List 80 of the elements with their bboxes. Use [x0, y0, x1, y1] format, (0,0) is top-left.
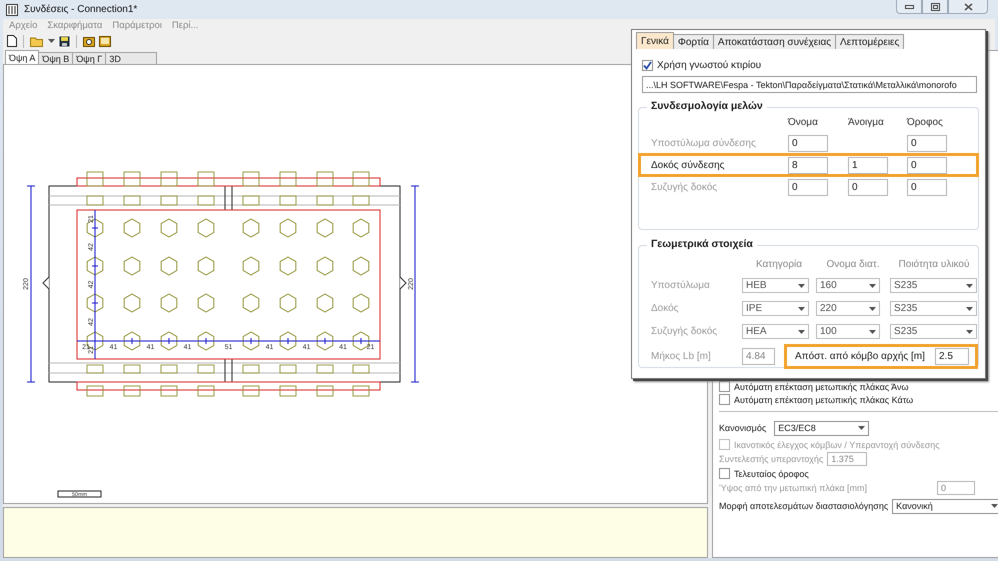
column-header: Άνοιγμα [848, 116, 885, 128]
checkbox[interactable] [719, 381, 730, 392]
close-icon [964, 2, 972, 10]
new-file-icon[interactable] [7, 35, 17, 47]
caret-icon [869, 284, 876, 288]
caret-icon [869, 330, 876, 334]
row-label: Υποστύλωμα σύνδεσης [651, 138, 757, 148]
distance-field[interactable]: 2.5 [935, 348, 969, 364]
dialog-tab[interactable]: Λεπτομέρειες [835, 34, 904, 49]
caret-icon [869, 306, 876, 310]
checkbox-label: Χρήση γνωστού κτιρίου [657, 60, 762, 70]
checkbox-label: Αυτόματη επέκταση μετωπικής πλάκας Κάτω [734, 394, 914, 404]
maximize-button[interactable] [922, 0, 948, 14]
section-select[interactable]: 220 [816, 301, 880, 316]
material-select[interactable]: S235 [890, 324, 977, 339]
category-select[interactable]: HEB [742, 278, 809, 293]
view-tab[interactable]: Όψη Α [5, 50, 40, 64]
caret-icon [991, 504, 998, 508]
checkbox-label: Τελευταίος όροφος [734, 468, 809, 478]
caret-icon [798, 306, 805, 310]
scale-bar [58, 490, 102, 498]
checkbox-label: Αυτόματη επέκταση μετωπικής πλάκας Άνω [734, 382, 909, 392]
dialog-tab[interactable]: Αποκατάσταση συνέχειας [712, 34, 836, 49]
caret-icon [798, 284, 805, 288]
row-label: Δοκός [651, 303, 680, 314]
opening-field[interactable]: 1 [848, 156, 888, 174]
caret-icon [48, 39, 55, 43]
column-header: Όνομα [788, 116, 819, 128]
maximize-icon [930, 2, 940, 10]
path-field[interactable]: ...\LH SOFTWARE\Fespa - Tekton\Παραδείγματα\Στατικά\Μεταλλικά\monorofo [642, 76, 977, 93]
dialog-tab[interactable]: Γενικά [636, 32, 674, 49]
column-header: Ποιότητα υλικού [898, 258, 970, 270]
length-field[interactable]: 4.84 [742, 348, 775, 364]
field-label: Ύψος από την μετωπική πλάκα [mm] [719, 483, 868, 493]
caret-icon [858, 426, 866, 430]
view-tab[interactable]: Όψη Γ [72, 52, 106, 64]
caret-icon [966, 330, 973, 334]
results-format-select[interactable]: Κανονική [892, 498, 998, 514]
row-label: Μήκος Lb [m] [651, 350, 712, 362]
distance-label: Απόστ. από κόμβο αρχής [m] [795, 350, 925, 362]
standard-select[interactable]: EC3/EC8 [774, 420, 870, 436]
category-select[interactable]: IPE [742, 301, 809, 316]
checkbox[interactable] [642, 60, 653, 70]
row-label: Συζυγής δοκός [651, 182, 718, 192]
select-label: Μορφή αποτελεσμάτων διαστασιολόγησης [719, 501, 888, 511]
group-title: Συνδεσμολογία μελών [647, 100, 767, 112]
caret-icon [966, 284, 973, 288]
name-field[interactable]: 8 [788, 156, 828, 174]
caret-icon [966, 306, 973, 310]
material-select[interactable]: S235 [890, 301, 977, 316]
material-select[interactable]: S235 [890, 278, 977, 293]
view-tab[interactable]: 3D [105, 52, 158, 64]
minimize-icon [904, 4, 914, 8]
app-icon [6, 4, 18, 16]
view-tab[interactable]: Όψη Β [38, 52, 74, 64]
dialog-tab[interactable]: Φορτία [672, 34, 714, 49]
column-header: Κατηγορία [754, 258, 804, 270]
category-select[interactable]: HEA [742, 324, 809, 339]
section-select[interactable]: 160 [816, 278, 880, 293]
row-label: Συζυγής δοκός [651, 326, 718, 337]
row-label: Υποστύλωμα [651, 280, 711, 291]
group-title: Γεωμετρικά στοιχεία [647, 238, 757, 250]
section-select[interactable]: 100 [816, 324, 880, 339]
caret-icon [798, 330, 805, 334]
close-button[interactable] [948, 0, 988, 14]
save-icon[interactable] [59, 36, 70, 46]
window-title: Συνδέσεις - Connection1* [24, 4, 138, 15]
image-icon[interactable] [99, 36, 111, 46]
column-header: Ονομα διατ. [826, 258, 880, 270]
floor-field[interactable]: 0 [907, 156, 947, 174]
checkbox[interactable] [719, 468, 730, 479]
folder-icon[interactable] [30, 36, 44, 46]
field-label: Συντελεστής υπεραντοχής [719, 454, 824, 464]
minimize-button[interactable] [896, 0, 922, 14]
checkbox-label: Ικανοτικός έλεγχος κόμβων / Υπεραντοχή σύνδεσης [734, 440, 940, 450]
checkbox[interactable] [719, 394, 730, 405]
camera-icon[interactable] [83, 36, 95, 46]
row-label: Δοκός σύνδεσης [651, 160, 726, 170]
column-header: Όροφος [907, 116, 944, 128]
select-label: Κανονισμός [719, 423, 766, 433]
